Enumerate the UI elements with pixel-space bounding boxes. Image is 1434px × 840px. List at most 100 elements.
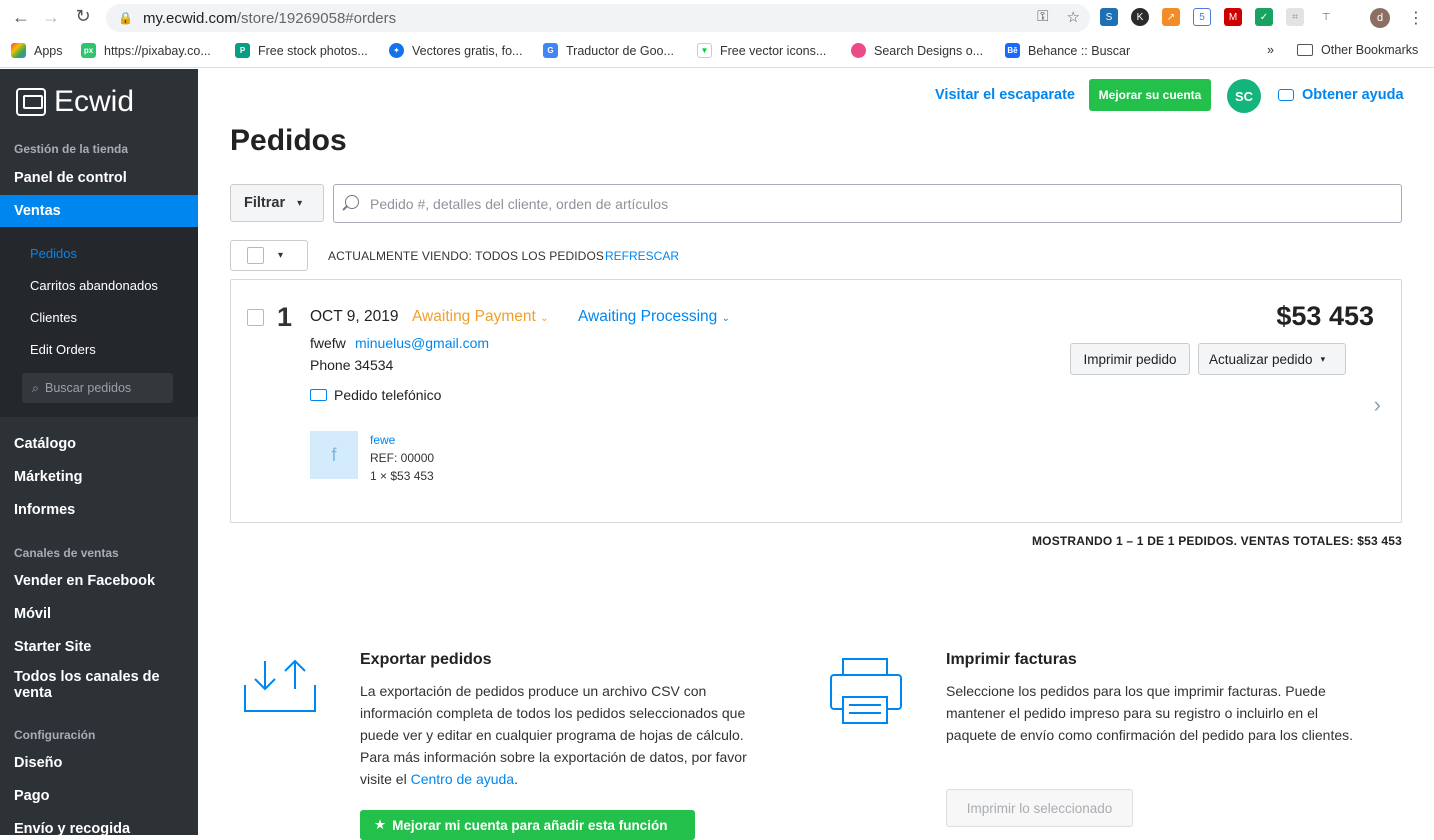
upgrade-account-button[interactable]: Mejorar su cuenta <box>1089 79 1211 111</box>
product-thumbnail[interactable]: f <box>310 431 358 479</box>
bookmark-dribbble[interactable]: Search Designs o... <box>851 43 983 58</box>
export-description: La exportación de pedidos produce un arc… <box>360 680 770 790</box>
sidebar-item-reports[interactable]: Informes <box>14 502 75 518</box>
flaticon-icon: ▼ <box>697 43 712 58</box>
bookmark-pixabay[interactable]: px https://pixabay.co... <box>81 43 211 58</box>
extension-chart-icon[interactable]: ↗ <box>1162 8 1180 26</box>
sidebar-item-sales[interactable]: Ventas <box>0 195 198 227</box>
sidebar-item-payment[interactable]: Pago <box>14 788 49 804</box>
order-type-label: Pedido telefónico <box>334 387 442 403</box>
folder-icon <box>1297 44 1313 56</box>
order-number: 1 <box>277 302 293 332</box>
extension-calendar-icon[interactable]: 5 <box>1193 8 1211 26</box>
bookmarks-bar: Apps px https://pixabay.co... P Free stock… <box>0 36 1434 68</box>
help-center-link[interactable]: Centro de ayuda <box>411 771 515 787</box>
chevron-down-icon: ⌄ <box>540 313 549 324</box>
sidebar-search-input[interactable]: ⌕ Buscar pedidos <box>22 373 173 403</box>
order-card[interactable]: 1 OCT 9, 2019 Awaiting Payment ⌄ Awaitin… <box>230 279 1402 523</box>
reload-icon[interactable]: ↻ <box>66 6 100 27</box>
apps-grid-icon <box>11 43 26 58</box>
help-link[interactable]: Obtener ayuda <box>1278 87 1404 103</box>
bulk-select-dropdown[interactable]: ▾ <box>230 240 308 271</box>
sidebar-item-marketing[interactable]: Márketing <box>14 469 83 485</box>
back-icon[interactable]: ← <box>4 7 38 28</box>
page-title: Pedidos <box>230 124 347 157</box>
sidebar-item-starter-site[interactable]: Starter Site <box>14 639 91 655</box>
bookmark-stock-photos[interactable]: P Free stock photos... <box>235 43 368 58</box>
invoices-description: Seleccione los pedidos para los que impr… <box>946 683 1354 743</box>
cart-icon <box>16 88 46 116</box>
extension-k-icon[interactable]: K <box>1131 8 1149 26</box>
bookmark-behance[interactable]: Bē Behance :: Buscar <box>1005 43 1130 58</box>
bookmark-apps[interactable]: Apps <box>11 43 63 58</box>
menu-kebab-icon[interactable]: ⋮ <box>1408 8 1424 28</box>
upgrade-feature-label: Mejorar mi cuenta para añadir esta funci… <box>392 817 668 833</box>
url-host: my.ecwid.com <box>142 9 237 27</box>
invoices-title: Imprimir facturas <box>946 651 1077 668</box>
star-icon[interactable]: ☆ <box>1067 8 1080 26</box>
payment-status-dropdown[interactable]: Awaiting Payment ⌄ <box>412 308 548 326</box>
print-order-button[interactable]: Imprimir pedido <box>1070 343 1190 375</box>
filter-button[interactable]: Filtrar ▾ <box>230 184 324 222</box>
update-order-button[interactable]: Actualizar pedido ▾ <box>1198 343 1346 375</box>
other-bookmarks[interactable]: Other Bookmarks <box>1297 43 1418 57</box>
extension-grid-icon[interactable]: ⌗ <box>1286 8 1304 26</box>
visit-store-link[interactable]: Visitar el escaparate <box>935 87 1075 103</box>
search-icon <box>345 195 359 209</box>
product-link[interactable]: fewe <box>370 433 395 447</box>
chevron-down-icon: ▾ <box>1320 353 1326 364</box>
update-order-label: Actualizar pedido <box>1209 351 1313 367</box>
printer-icon <box>830 658 902 724</box>
url-path: /store/19269058#orders <box>236 9 397 27</box>
sidebar: Ecwid Gestión de la tienda Panel de cont… <box>0 69 198 837</box>
sidebar-item-catalog[interactable]: Catálogo <box>14 436 76 452</box>
bookmark-vector-icons[interactable]: ▼ Free vector icons... <box>697 43 826 58</box>
sidebar-item-mobile[interactable]: Móvil <box>14 606 51 622</box>
bookmark-label: Traductor de Goo... <box>566 43 674 58</box>
bookmark-label: Search Designs o... <box>874 43 984 58</box>
submenu-item-edit-orders[interactable]: Edit Orders <box>30 342 96 357</box>
orders-summary: MOSTRANDO 1 – 1 DE 1 PEDIDOS. VENTAS TOT… <box>1031 534 1402 548</box>
key-icon[interactable]: ⚿ <box>1037 8 1048 26</box>
sidebar-item-dashboard[interactable]: Panel de control <box>14 170 127 186</box>
order-checkbox[interactable] <box>247 309 264 326</box>
submenu-item-customers[interactable]: Clientes <box>30 310 77 325</box>
ecwid-logo[interactable]: Ecwid <box>16 85 134 119</box>
product-ref: REF: 00000 <box>370 451 435 465</box>
extension-s-icon[interactable]: S <box>1100 8 1118 26</box>
lock-icon: 🔒 <box>118 11 133 25</box>
customer-email-link[interactable]: minuelus@gmail.com <box>355 335 489 351</box>
select-all-checkbox[interactable] <box>247 247 264 264</box>
extension-pin-icon[interactable]: ⊤ <box>1317 8 1335 26</box>
extension-check-icon[interactable]: ✓ <box>1255 8 1273 26</box>
payment-status-label: Awaiting Payment <box>412 308 536 325</box>
freepik-icon: ✦ <box>389 43 404 58</box>
chevron-right-icon[interactable]: › <box>1374 392 1381 418</box>
forward-icon[interactable]: → <box>34 7 68 28</box>
order-search-input[interactable]: Pedido #, detalles del cliente, orden de… <box>333 184 1402 223</box>
sidebar-item-all-channels[interactable]: Todos los canales de venta <box>14 669 184 701</box>
section-store-heading: Gestión de la tienda <box>14 142 129 156</box>
fulfillment-status-dropdown[interactable]: Awaiting Processing ⌄ <box>578 308 730 326</box>
profile-avatar[interactable]: d <box>1370 8 1390 28</box>
filter-label: Filtrar <box>244 195 286 211</box>
submenu-item-abandoned-carts[interactable]: Carritos abandonados <box>30 278 158 293</box>
sidebar-item-facebook[interactable]: Vender en Facebook <box>14 573 155 589</box>
upgrade-feature-button[interactable]: ★ Mejorar mi cuenta para añadir esta fun… <box>360 810 695 840</box>
address-bar[interactable]: 🔒 my.ecwid.com/store/19269058#orders ⚿ ☆ <box>106 4 1090 32</box>
sidebar-item-design[interactable]: Diseño <box>14 755 62 771</box>
submenu-item-orders[interactable]: Pedidos <box>30 246 77 261</box>
refresh-link[interactable]: REFRESCAR <box>605 249 679 263</box>
export-title: Exportar pedidos <box>360 651 492 668</box>
product-quantity-price: 1 × $53 453 <box>370 469 434 483</box>
extension-shield-icon[interactable]: M <box>1224 8 1242 26</box>
bookmark-label: https://pixabay.co... <box>104 43 211 58</box>
bookmark-translate[interactable]: G Traductor de Goo... <box>543 43 674 58</box>
customer-name: fwefw <box>310 335 346 351</box>
avatar[interactable]: SC <box>1227 79 1261 113</box>
print-selected-button[interactable]: Imprimir lo seleccionado <box>946 789 1133 827</box>
sidebar-search-placeholder: Buscar pedidos <box>45 381 132 395</box>
star-icon: ★ <box>374 817 387 832</box>
bookmarks-overflow[interactable]: » <box>1267 43 1274 57</box>
bookmark-vectores[interactable]: ✦ Vectores gratis, fo... <box>389 43 522 58</box>
